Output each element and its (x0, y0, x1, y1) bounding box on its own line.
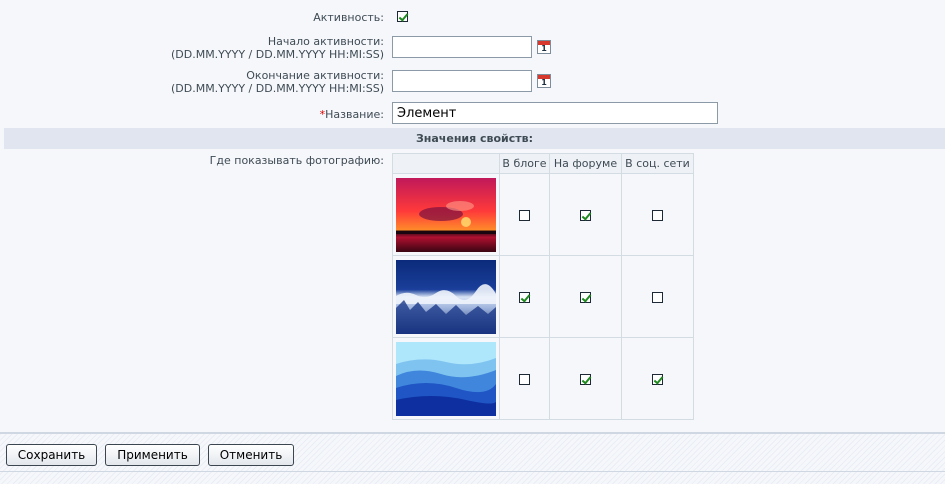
photo-visibility-table: В блоге На форуме В соц. сети (392, 153, 694, 420)
blog-cell (499, 337, 550, 420)
photo-cell (392, 255, 500, 338)
forum-cell (549, 173, 622, 256)
column-social: В соц. сети (621, 153, 694, 174)
social-cell (621, 255, 694, 338)
photo-column-header (392, 153, 500, 174)
name-label-text: Название: (325, 108, 384, 121)
active-to-title: Окончание активности: (246, 69, 384, 82)
name-input[interactable] (392, 102, 718, 124)
column-blog: В блоге (499, 153, 550, 174)
active-from-title: Начало активности: (267, 35, 384, 48)
blue-mountains-photo[interactable] (396, 341, 496, 416)
active-to-label: Окончание активности: (DD.MM.YYYY / DD.M… (171, 69, 384, 95)
active-checkbox[interactable] (397, 11, 408, 22)
photo-cell (392, 173, 500, 256)
sunset-photo[interactable] (396, 177, 496, 252)
column-forum: На форуме (549, 153, 622, 174)
properties-section-header: Значения свойств: (4, 128, 945, 149)
social-cell (621, 337, 694, 420)
active-from-input[interactable] (392, 36, 532, 58)
apply-button[interactable]: Применить (105, 444, 200, 466)
forum-cell (549, 337, 622, 420)
name-label: *Название: (320, 108, 384, 121)
cancel-button[interactable]: Отменить (208, 444, 294, 466)
show-in-social-checkbox[interactable] (652, 209, 663, 221)
show-in-forum-checkbox[interactable] (580, 373, 591, 385)
active-from-label: Начало активности: (DD.MM.YYYY / DD.MM.Y… (171, 35, 384, 61)
active-label: Активность: (313, 11, 384, 24)
footer-divider (0, 471, 945, 472)
forum-cell (549, 255, 622, 338)
show-in-forum-checkbox[interactable] (580, 209, 591, 221)
active-from-format-hint: (DD.MM.YYYY / DD.MM.YYYY HH:MI:SS) (170, 48, 384, 61)
photo-where-label: Где показывать фотографию: (209, 154, 384, 167)
show-in-blog-checkbox[interactable] (519, 291, 530, 303)
show-in-blog-checkbox[interactable] (519, 373, 530, 385)
blog-cell (499, 173, 550, 256)
table-row (392, 337, 694, 420)
social-cell (621, 173, 694, 256)
table-row (392, 255, 694, 338)
table-row (392, 173, 694, 256)
show-in-forum-checkbox[interactable] (580, 291, 591, 303)
calendar-icon[interactable]: 1 (537, 40, 551, 54)
calendar-icon[interactable]: 1 (537, 74, 551, 88)
active-to-input[interactable] (392, 70, 532, 92)
save-button[interactable]: Сохранить (6, 444, 97, 466)
show-in-social-checkbox[interactable] (652, 291, 663, 303)
show-in-social-checkbox[interactable] (652, 373, 663, 385)
photo-cell (392, 337, 500, 420)
snowy-forest-photo[interactable] (396, 259, 496, 334)
blog-cell (499, 255, 550, 338)
active-to-format-hint: (DD.MM.YYYY / DD.MM.YYYY HH:MI:SS) (170, 82, 384, 95)
show-in-blog-checkbox[interactable] (519, 209, 530, 221)
